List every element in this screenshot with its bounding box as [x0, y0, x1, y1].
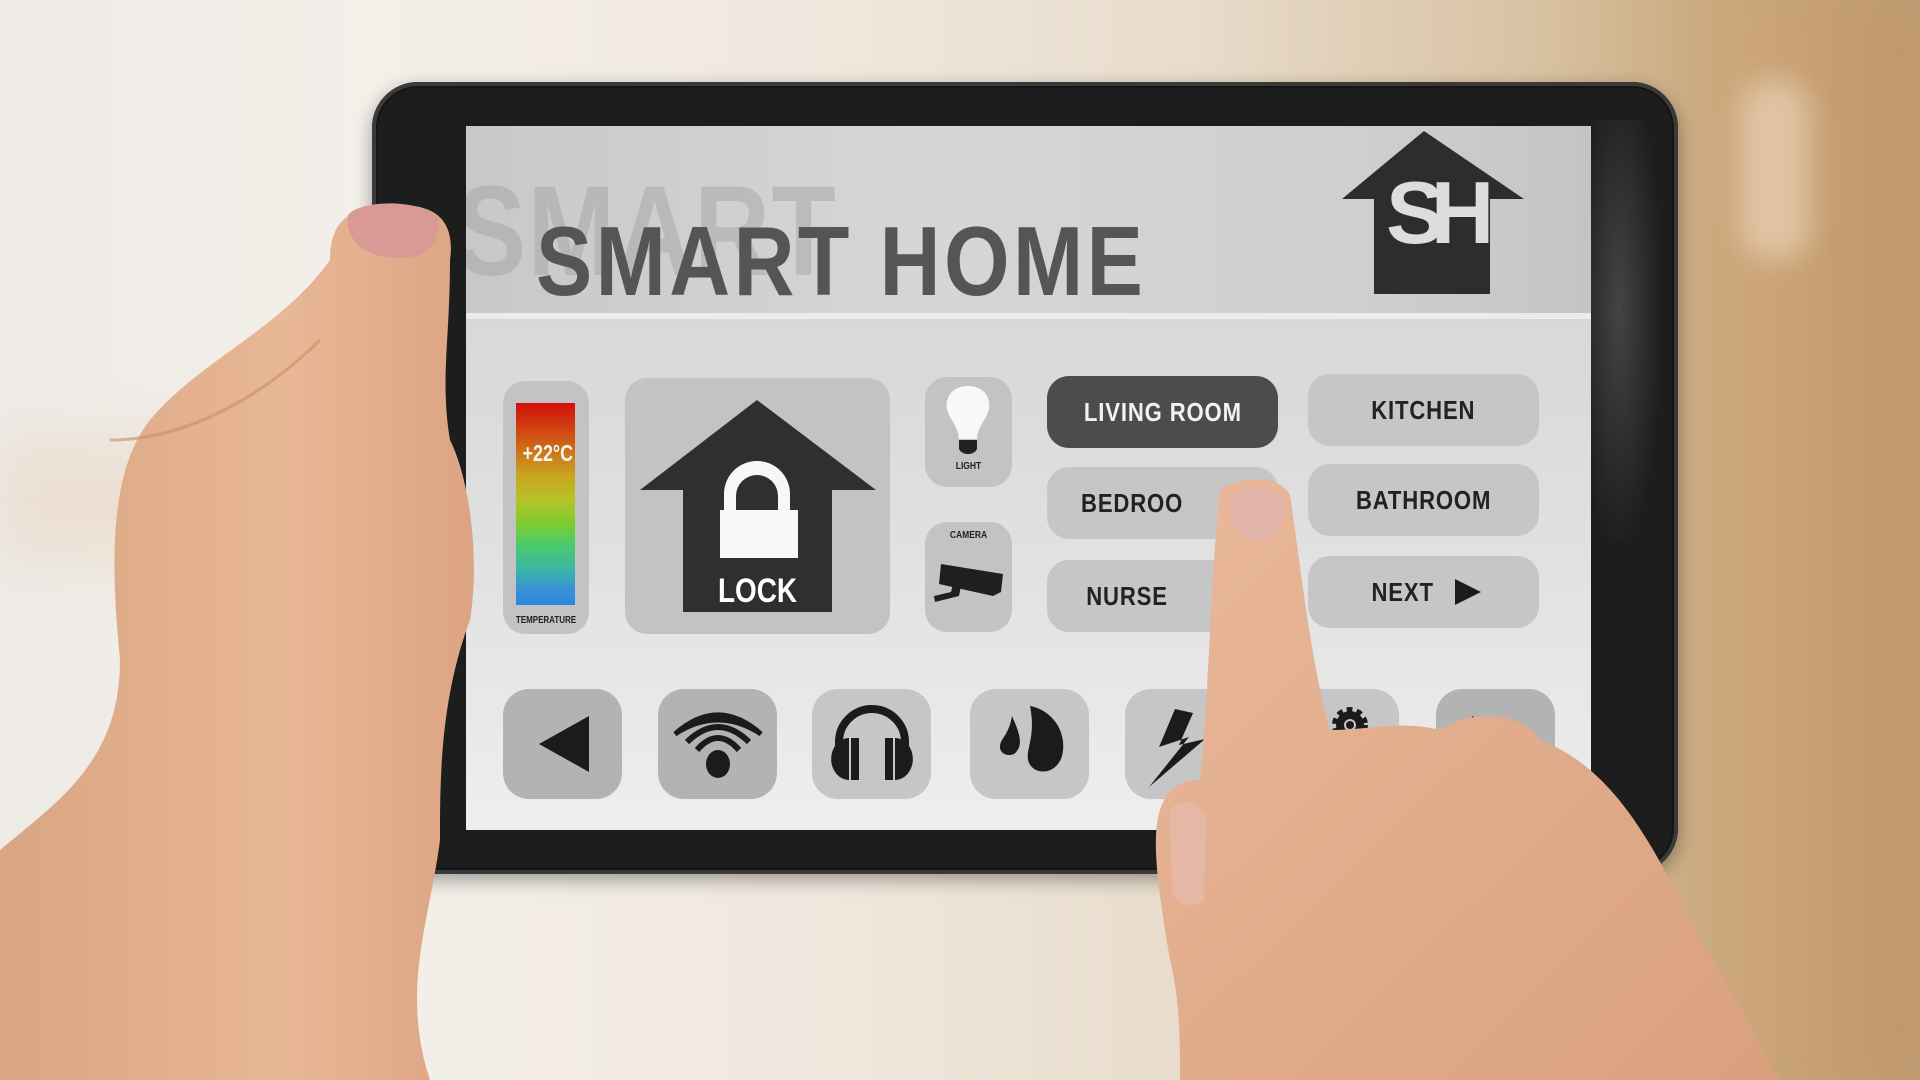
light-bulb-icon [946, 386, 990, 454]
water-drops-icon [999, 706, 1063, 772]
next-button[interactable]: NEXT [1308, 556, 1539, 628]
security-camera-icon [934, 564, 1003, 602]
lock-button[interactable]: LOCK [625, 378, 890, 634]
settings-button[interactable] [1280, 689, 1399, 799]
room-button-nursery[interactable]: NURSE [1047, 560, 1278, 632]
lightning-bolt-icon [1148, 709, 1205, 787]
water-button[interactable] [970, 689, 1089, 799]
smart-home-screen: SMART SMART HOME SH +22°C TEMPERATURE LO… [466, 126, 1591, 830]
sh-logo: SH [1342, 131, 1524, 295]
header-divider [466, 313, 1591, 319]
audio-button[interactable] [812, 689, 931, 799]
background-highlight [1740, 80, 1810, 260]
next-arrow-icon [1471, 716, 1522, 772]
light-label: LIGHT [955, 461, 982, 472]
previous-button[interactable] [503, 689, 622, 799]
logo-text: SH [1386, 163, 1494, 262]
play-right-icon [1455, 579, 1482, 605]
wifi-signal-icon [672, 712, 763, 778]
lock-label: LOCK [717, 572, 797, 610]
header: SMART SMART HOME SH [466, 126, 1591, 314]
room-button-kitchen[interactable]: KITCHEN [1308, 374, 1539, 446]
wifi-button[interactable] [658, 689, 777, 799]
temperature-gradient-bar: +22°C [516, 403, 575, 605]
next-page-button[interactable] [1436, 689, 1555, 799]
temperature-value: +22°C [522, 440, 574, 466]
headphones-icon [830, 705, 913, 780]
room-button-bedroom[interactable]: BEDROO [1047, 467, 1278, 539]
page-title: SMART HOME [536, 206, 1147, 316]
room-button-living-room[interactable]: LIVING ROOM [1047, 376, 1278, 448]
temperature-widget[interactable]: +22°C TEMPERATURE [503, 381, 589, 634]
power-button[interactable] [1125, 689, 1244, 799]
light-button[interactable]: LIGHT [925, 377, 1012, 487]
camera-button[interactable]: CAMERA [925, 522, 1012, 632]
gears-icon [1307, 707, 1368, 778]
room-button-bathroom[interactable]: BATHROOM [1308, 464, 1539, 536]
temperature-label: TEMPERATURE [515, 615, 577, 626]
previous-arrow-icon [538, 716, 589, 772]
bezel-reflection [1591, 120, 1661, 540]
